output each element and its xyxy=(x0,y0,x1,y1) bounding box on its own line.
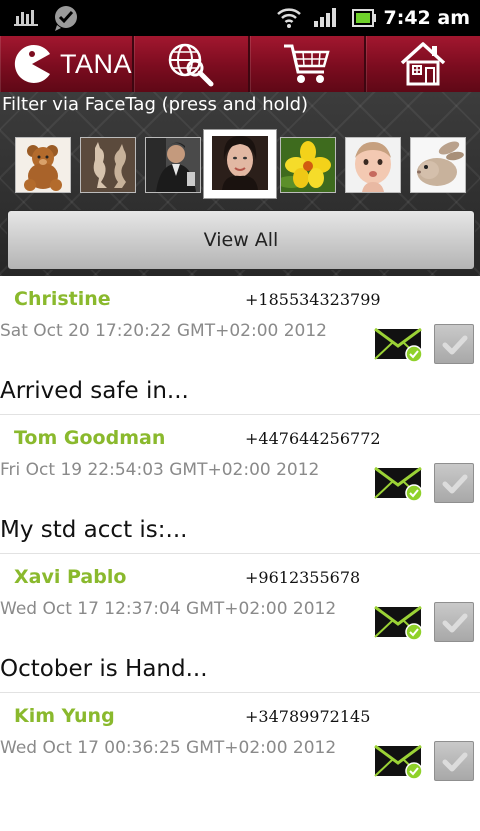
check-mark-icon xyxy=(442,474,468,494)
sender-phone: +185534323799 xyxy=(245,290,381,309)
pacman-logo-icon xyxy=(14,45,50,83)
nav-home-button[interactable] xyxy=(366,36,480,92)
message-list: Christine +185534323799 Sat Oct 20 17:20… xyxy=(0,276,480,831)
message-preview: Arrived safe in... xyxy=(0,378,189,404)
read-envelope-icon[interactable] xyxy=(374,606,424,640)
message-item[interactable]: Xavi Pablo +9612355678 Wed Oct 17 12:37:… xyxy=(0,554,480,693)
read-envelope-icon[interactable] xyxy=(374,328,424,362)
battery-icon xyxy=(352,9,376,27)
messenger-icon xyxy=(55,6,77,31)
status-clock: 7:42 am xyxy=(383,7,471,29)
select-checkbox[interactable] xyxy=(434,602,474,642)
message-date: Wed Oct 17 00:36:25 GMT+02:00 2012 xyxy=(0,738,337,758)
select-checkbox[interactable] xyxy=(434,741,474,781)
message-preview: My std acct is:... xyxy=(0,517,188,543)
message-date: Fri Oct 19 22:54:03 GMT+02:00 2012 xyxy=(0,460,320,480)
read-envelope-icon[interactable] xyxy=(374,467,424,501)
message-date: Sat Oct 20 17:20:22 GMT+02:00 2012 xyxy=(0,321,327,341)
top-nav-bar: TANA xyxy=(0,36,480,92)
view-all-button[interactable]: View All xyxy=(7,210,475,270)
read-envelope-icon[interactable] xyxy=(374,745,424,779)
facetag-man-in-suit[interactable] xyxy=(145,137,201,193)
nav-cart-button[interactable] xyxy=(250,36,367,92)
sender-phone: +447644256772 xyxy=(245,429,381,448)
app-title: TANA xyxy=(60,48,133,79)
message-item[interactable]: Christine +185534323799 Sat Oct 20 17:20… xyxy=(0,276,480,415)
sender-name: Kim Yung xyxy=(14,705,115,727)
home-icon xyxy=(400,42,446,86)
check-mark-icon xyxy=(442,335,468,355)
message-item[interactable]: Tom Goodman +447644256772 Fri Oct 19 22:… xyxy=(0,415,480,554)
check-mark-icon xyxy=(442,752,468,772)
nav-search-button[interactable] xyxy=(134,36,251,92)
cell-signal-icon xyxy=(314,8,336,27)
facetag-teddy-bear[interactable] xyxy=(15,137,71,193)
sender-name: Christine xyxy=(14,288,111,310)
sender-name: Tom Goodman xyxy=(14,427,166,449)
check-mark-icon xyxy=(442,613,468,633)
filter-label: Filter via FaceTag (press and hold) xyxy=(2,94,309,115)
facetag-yellow-flower[interactable] xyxy=(280,137,336,193)
facetag-bunny[interactable] xyxy=(410,137,466,193)
facetag-filter-panel: Filter via FaceTag (press and hold) View… xyxy=(0,92,480,276)
facetag-kangaroos[interactable] xyxy=(80,137,136,193)
cart-icon xyxy=(284,44,330,83)
message-date: Wed Oct 17 12:37:04 GMT+02:00 2012 xyxy=(0,599,337,619)
sender-phone: +9612355678 xyxy=(245,568,361,587)
signal-stats-icon xyxy=(14,10,38,26)
sender-name: Xavi Pablo xyxy=(14,566,127,588)
status-bar: 7:42 am xyxy=(0,0,480,36)
select-checkbox[interactable] xyxy=(434,324,474,364)
facetag-woman-portrait-selected[interactable] xyxy=(203,129,277,199)
message-preview: October is Hand... xyxy=(0,656,208,682)
wifi-icon xyxy=(277,8,301,28)
select-checkbox[interactable] xyxy=(434,463,474,503)
facetag-baby[interactable] xyxy=(345,137,401,193)
globe-search-icon xyxy=(168,43,214,87)
tana-logo-button[interactable]: TANA xyxy=(0,36,135,92)
message-item[interactable]: Kim Yung +34789972145 Wed Oct 17 00:36:2… xyxy=(0,693,480,831)
sender-phone: +34789972145 xyxy=(245,707,371,726)
